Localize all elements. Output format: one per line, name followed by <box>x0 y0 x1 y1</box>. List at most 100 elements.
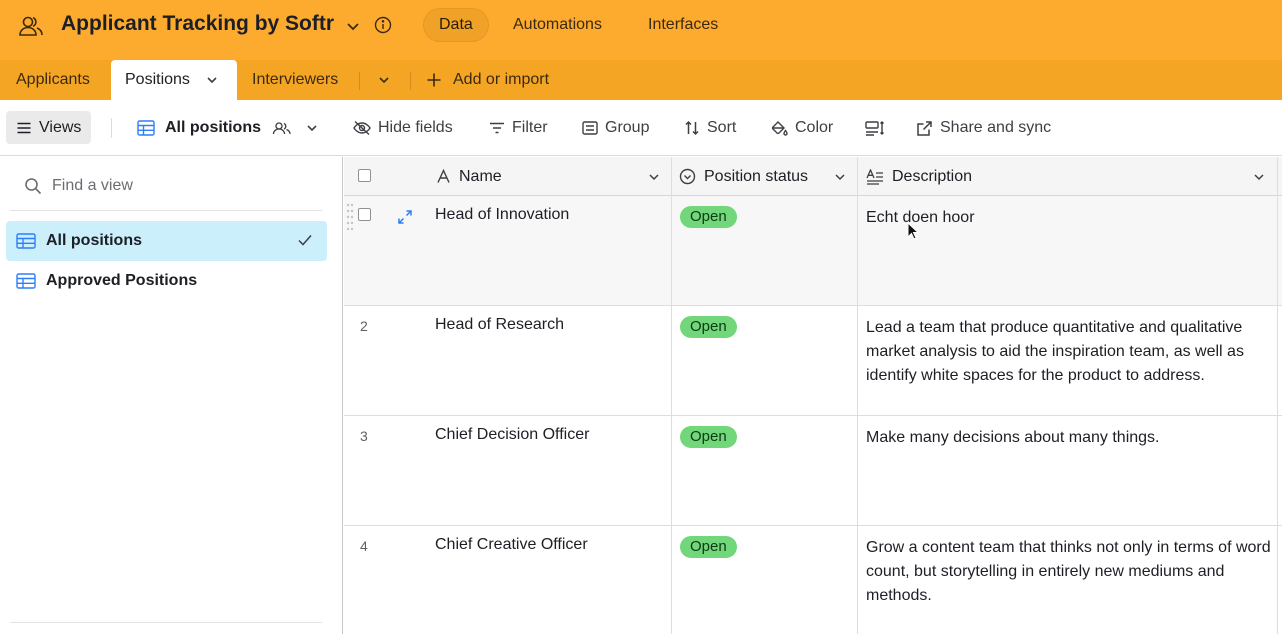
color-button[interactable]: Color <box>770 112 833 144</box>
view-item-label: Approved Positions <box>46 272 198 289</box>
tab-positions[interactable]: Positions <box>111 60 237 100</box>
view-toolbar: Views All positions Hide fields Filter G… <box>0 100 1282 156</box>
add-or-import-label: Add or import <box>453 71 550 88</box>
chevron-down-icon[interactable] <box>345 18 361 34</box>
column-header-name[interactable]: Name <box>436 157 502 196</box>
view-item-label: All positions <box>46 232 142 249</box>
single-select-icon <box>679 168 696 185</box>
row-number: 3 <box>360 428 368 444</box>
text-field-icon <box>436 169 451 184</box>
group-icon <box>582 121 598 135</box>
tab-interviewers[interactable]: Interviewers <box>252 60 338 100</box>
view-item-all-positions[interactable]: All positions <box>6 221 327 261</box>
column-divider[interactable] <box>1277 157 1278 634</box>
views-sidebar: Find a view All positions Approved Posit… <box>0 157 343 634</box>
sort-icon <box>684 120 700 136</box>
select-all-checkbox[interactable] <box>358 169 371 182</box>
tab-divider <box>410 72 411 90</box>
chevron-down-icon[interactable] <box>205 73 219 87</box>
current-view-label: All positions <box>165 119 261 136</box>
cell-name[interactable]: Head of Research <box>435 316 564 334</box>
grid-view-icon <box>137 120 155 136</box>
chevron-down-icon[interactable] <box>833 170 847 184</box>
plus-icon <box>426 72 442 88</box>
search-divider <box>10 210 322 211</box>
top-nav-data[interactable]: Data <box>423 8 489 42</box>
chevron-down-icon[interactable] <box>647 170 661 184</box>
hamburger-icon <box>16 120 32 136</box>
external-link-icon <box>916 120 933 137</box>
column-divider[interactable] <box>857 157 858 634</box>
cell-description[interactable]: Lead a team that produce quantitative an… <box>866 316 1276 388</box>
share-and-sync-button[interactable]: Share and sync <box>916 112 1051 144</box>
views-button[interactable]: Views <box>6 111 92 144</box>
search-icon <box>24 177 42 195</box>
toolbar-divider <box>111 118 112 138</box>
cell-description[interactable]: Make many decisions about many things. <box>866 426 1276 450</box>
tab-applicants[interactable]: Applicants <box>16 60 90 100</box>
tab-label: Positions <box>125 71 190 88</box>
sidebar-bottom-divider <box>10 622 322 623</box>
status-badge[interactable]: Open <box>680 316 737 338</box>
find-view-search[interactable]: Find a view <box>24 177 133 195</box>
column-header-label: Description <box>892 167 973 185</box>
chevron-down-icon[interactable] <box>1252 170 1266 184</box>
sort-label: Sort <box>707 119 737 136</box>
column-header-label: Name <box>459 167 502 185</box>
grid-header: Name Position status Description <box>344 157 1282 196</box>
mouse-cursor-icon <box>907 222 919 240</box>
filter-icon <box>489 121 505 135</box>
cell-description[interactable]: Echt doen hoor <box>866 206 1276 230</box>
top-nav-interfaces[interactable]: Interfaces <box>632 8 734 42</box>
table-row[interactable]: 2 Head of Research Open Lead a team that… <box>344 306 1282 416</box>
group-button[interactable]: Group <box>582 112 649 144</box>
table-tabs: Applicants Positions Interviewers Add or… <box>0 60 1282 100</box>
drag-handle-icon[interactable] <box>346 202 354 232</box>
filter-label: Filter <box>512 119 548 136</box>
cell-description[interactable]: Grow a content team that thinks not only… <box>866 536 1276 608</box>
status-badge[interactable]: Open <box>680 426 737 448</box>
filter-button[interactable]: Filter <box>489 112 548 144</box>
table-row[interactable]: Head of Innovation Open Echt doen hoor <box>344 196 1282 306</box>
cell-name[interactable]: Chief Creative Officer <box>435 536 588 554</box>
view-item-approved-positions[interactable]: Approved Positions <box>6 261 327 301</box>
cell-name[interactable]: Head of Innovation <box>435 206 569 224</box>
column-divider[interactable] <box>671 157 672 634</box>
column-header-description[interactable]: Description <box>866 157 972 196</box>
tab-divider <box>359 72 360 90</box>
share-and-sync-label: Share and sync <box>940 119 1052 136</box>
current-view-switcher[interactable]: All positions <box>137 112 319 144</box>
info-icon[interactable] <box>374 16 392 34</box>
row-height-button[interactable] <box>865 112 885 144</box>
records-grid: Name Position status Description Head of… <box>344 157 1282 634</box>
row-height-icon <box>865 120 885 136</box>
cell-name[interactable]: Chief Decision Officer <box>435 426 589 444</box>
expand-record-icon[interactable] <box>397 209 413 225</box>
top-nav-automations[interactable]: Automations <box>497 8 618 42</box>
find-view-placeholder: Find a view <box>52 177 133 194</box>
color-label: Color <box>795 119 834 136</box>
eye-slash-icon <box>353 120 371 136</box>
add-or-import-button[interactable]: Add or import <box>426 60 549 100</box>
hide-fields-label: Hide fields <box>378 119 453 136</box>
row-checkbox[interactable] <box>358 208 371 221</box>
column-header-label: Position status <box>704 167 809 185</box>
column-header-position-status[interactable]: Position status <box>679 157 808 196</box>
row-number: 2 <box>360 318 368 334</box>
status-badge[interactable]: Open <box>680 206 737 228</box>
hide-fields-button[interactable]: Hide fields <box>353 112 453 144</box>
table-row[interactable]: 3 Chief Decision Officer Open Make many … <box>344 416 1282 526</box>
table-row[interactable]: 4 Chief Creative Officer Open Grow a con… <box>344 526 1282 636</box>
base-title[interactable]: Applicant Tracking by Softr <box>61 12 334 36</box>
sort-button[interactable]: Sort <box>684 112 736 144</box>
chevron-down-icon[interactable] <box>305 121 319 135</box>
checkmark-icon <box>297 233 313 247</box>
all-tables-chevron-icon[interactable] <box>377 73 391 87</box>
status-badge[interactable]: Open <box>680 536 737 558</box>
collaborative-view-icon <box>272 120 292 136</box>
grid-view-icon <box>16 273 36 289</box>
group-label: Group <box>605 119 650 136</box>
base-icon[interactable] <box>18 13 44 39</box>
paint-bucket-icon <box>770 120 788 136</box>
long-text-icon <box>866 168 884 185</box>
